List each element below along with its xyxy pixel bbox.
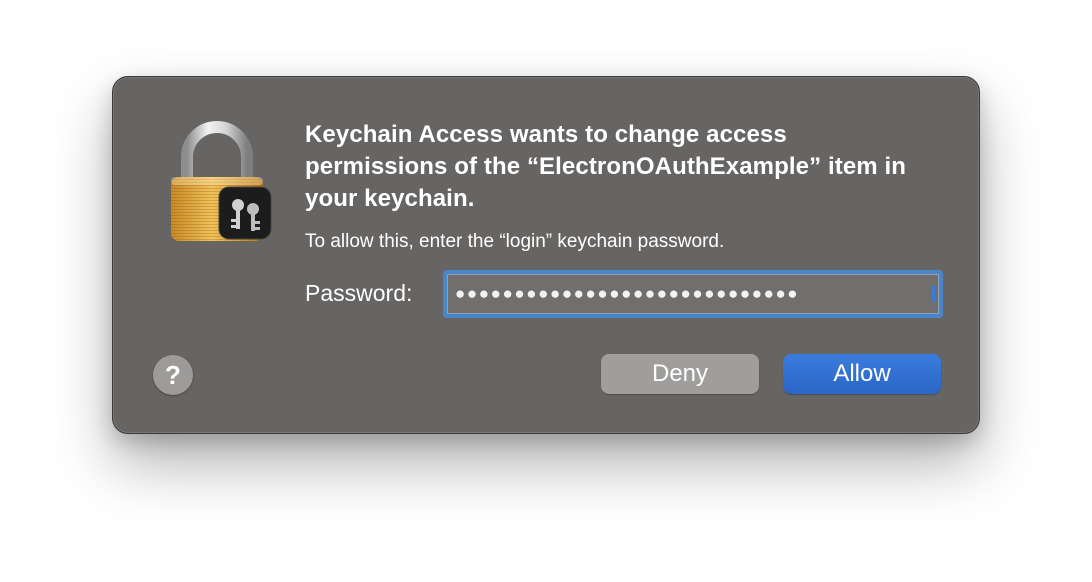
password-masked-value: ●●●●●●●●●●●●●●●●●●●●●●●●●●●●●	[455, 284, 800, 303]
question-mark-icon: ?	[165, 360, 181, 390]
password-label: Password:	[305, 280, 413, 306]
dialog-title: Keychain Access wants to change access p…	[305, 121, 907, 212]
keychain-access-dialog: Keychain Access wants to change access p…	[112, 76, 980, 434]
deny-button[interactable]: Deny	[601, 354, 759, 394]
password-field[interactable]: ●●●●●●●●●●●●●●●●●●●●●●●●●●●●●	[443, 270, 943, 318]
allow-button[interactable]: Allow	[783, 354, 941, 394]
dialog-message: To allow this, enter the “login” keychai…	[305, 231, 725, 252]
keychain-lock-icon	[165, 119, 275, 245]
help-button[interactable]: ?	[153, 355, 193, 395]
text-caret	[932, 286, 935, 302]
screen: Keychain Access wants to change access p…	[0, 0, 1092, 582]
